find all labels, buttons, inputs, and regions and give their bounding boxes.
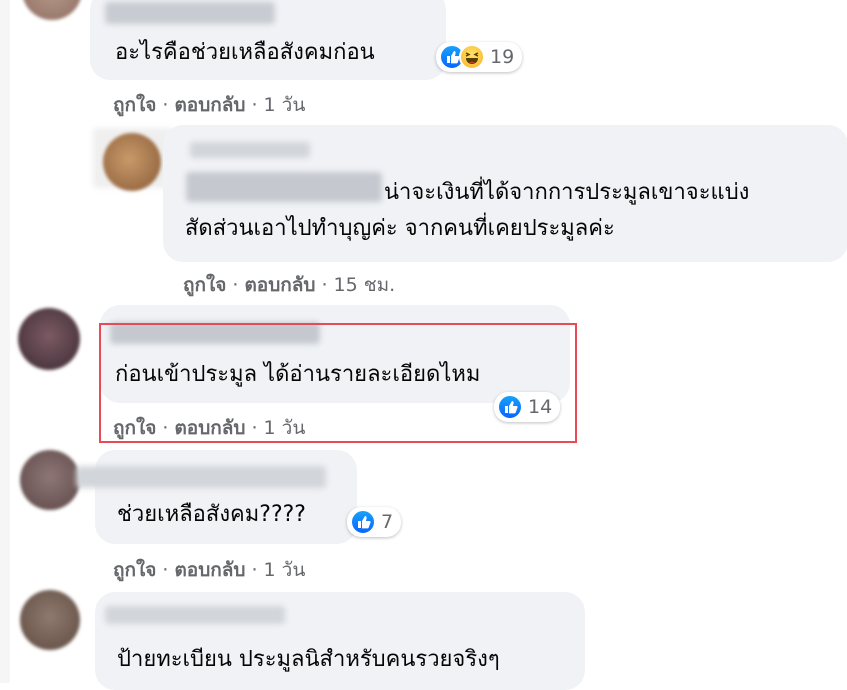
reaction-count: 14 — [528, 396, 553, 418]
separator: · — [251, 94, 258, 116]
separator: · — [251, 559, 258, 581]
reply-link[interactable]: ตอบกลับ — [174, 559, 245, 581]
comment-text: ป้ายทะเบียน ประมูลนิสำหรับคนรวยจริงๆ — [117, 647, 500, 672]
separator: · — [162, 559, 169, 581]
avatar[interactable] — [18, 308, 80, 370]
redacted-author-name — [110, 322, 320, 344]
separator: · — [162, 94, 169, 116]
comment-text: อะไรคือช่วยเหลือสังคมก่อน — [115, 40, 375, 65]
separator: · — [232, 274, 239, 296]
reaction-summary[interactable]: 14 — [494, 392, 561, 422]
comment-text: สัดส่วนเอาไปทำบุญค่ะ จากคนที่เคยประมูลค่… — [185, 216, 615, 241]
avatar[interactable] — [20, 450, 80, 510]
left-edge — [0, 0, 10, 683]
avatar[interactable] — [22, 0, 82, 20]
redacted-author-name — [76, 466, 326, 488]
comment-actions: ถูกใจ · ตอบกลับ · 1 วัน — [113, 413, 305, 443]
like-link[interactable]: ถูกใจ — [113, 417, 156, 439]
like-icon — [350, 509, 376, 535]
redacted-author-name — [105, 2, 275, 24]
reply-link[interactable]: ตอบกลับ — [244, 274, 315, 296]
avatar[interactable] — [103, 133, 161, 191]
redacted-author-name — [190, 142, 310, 158]
comment-actions: ถูกใจ · ตอบกลับ · 1 วัน — [113, 555, 305, 585]
timestamp[interactable]: 1 วัน — [264, 94, 306, 116]
reaction-summary[interactable]: 19 — [436, 42, 523, 72]
avatar[interactable] — [20, 590, 80, 650]
timestamp[interactable]: 1 วัน — [264, 417, 306, 439]
separator: · — [162, 417, 169, 439]
like-link[interactable]: ถูกใจ — [113, 559, 156, 581]
reaction-count: 19 — [490, 46, 515, 68]
reply-link[interactable]: ตอบกลับ — [174, 417, 245, 439]
comment-text: น่าจะเงินที่ได้จากการประมูลเขาจะแบ่ง — [384, 180, 750, 205]
timestamp[interactable]: 1 วัน — [264, 559, 306, 581]
like-link[interactable]: ถูกใจ — [183, 274, 226, 296]
reply-link[interactable]: ตอบกลับ — [174, 94, 245, 116]
reaction-summary[interactable]: 7 — [347, 507, 402, 537]
redacted-author-name — [105, 606, 285, 624]
like-icon — [497, 394, 523, 420]
timestamp[interactable]: 15 ชม. — [334, 274, 396, 296]
comment-text: ก่อนเข้าประมูล ได้อ่านรายละเอียดไหม — [115, 362, 481, 387]
haha-icon — [459, 44, 485, 70]
comment-actions: ถูกใจ · ตอบกลับ · 1 วัน — [113, 90, 305, 120]
like-link[interactable]: ถูกใจ — [113, 94, 156, 116]
separator: · — [321, 274, 328, 296]
reaction-count: 7 — [381, 511, 394, 533]
comment-actions: ถูกใจ · ตอบกลับ · 15 ชม. — [183, 270, 395, 300]
separator: · — [251, 417, 258, 439]
comment-text: ช่วยเหลือสังคม???? — [117, 502, 306, 527]
redacted-text — [186, 172, 382, 202]
